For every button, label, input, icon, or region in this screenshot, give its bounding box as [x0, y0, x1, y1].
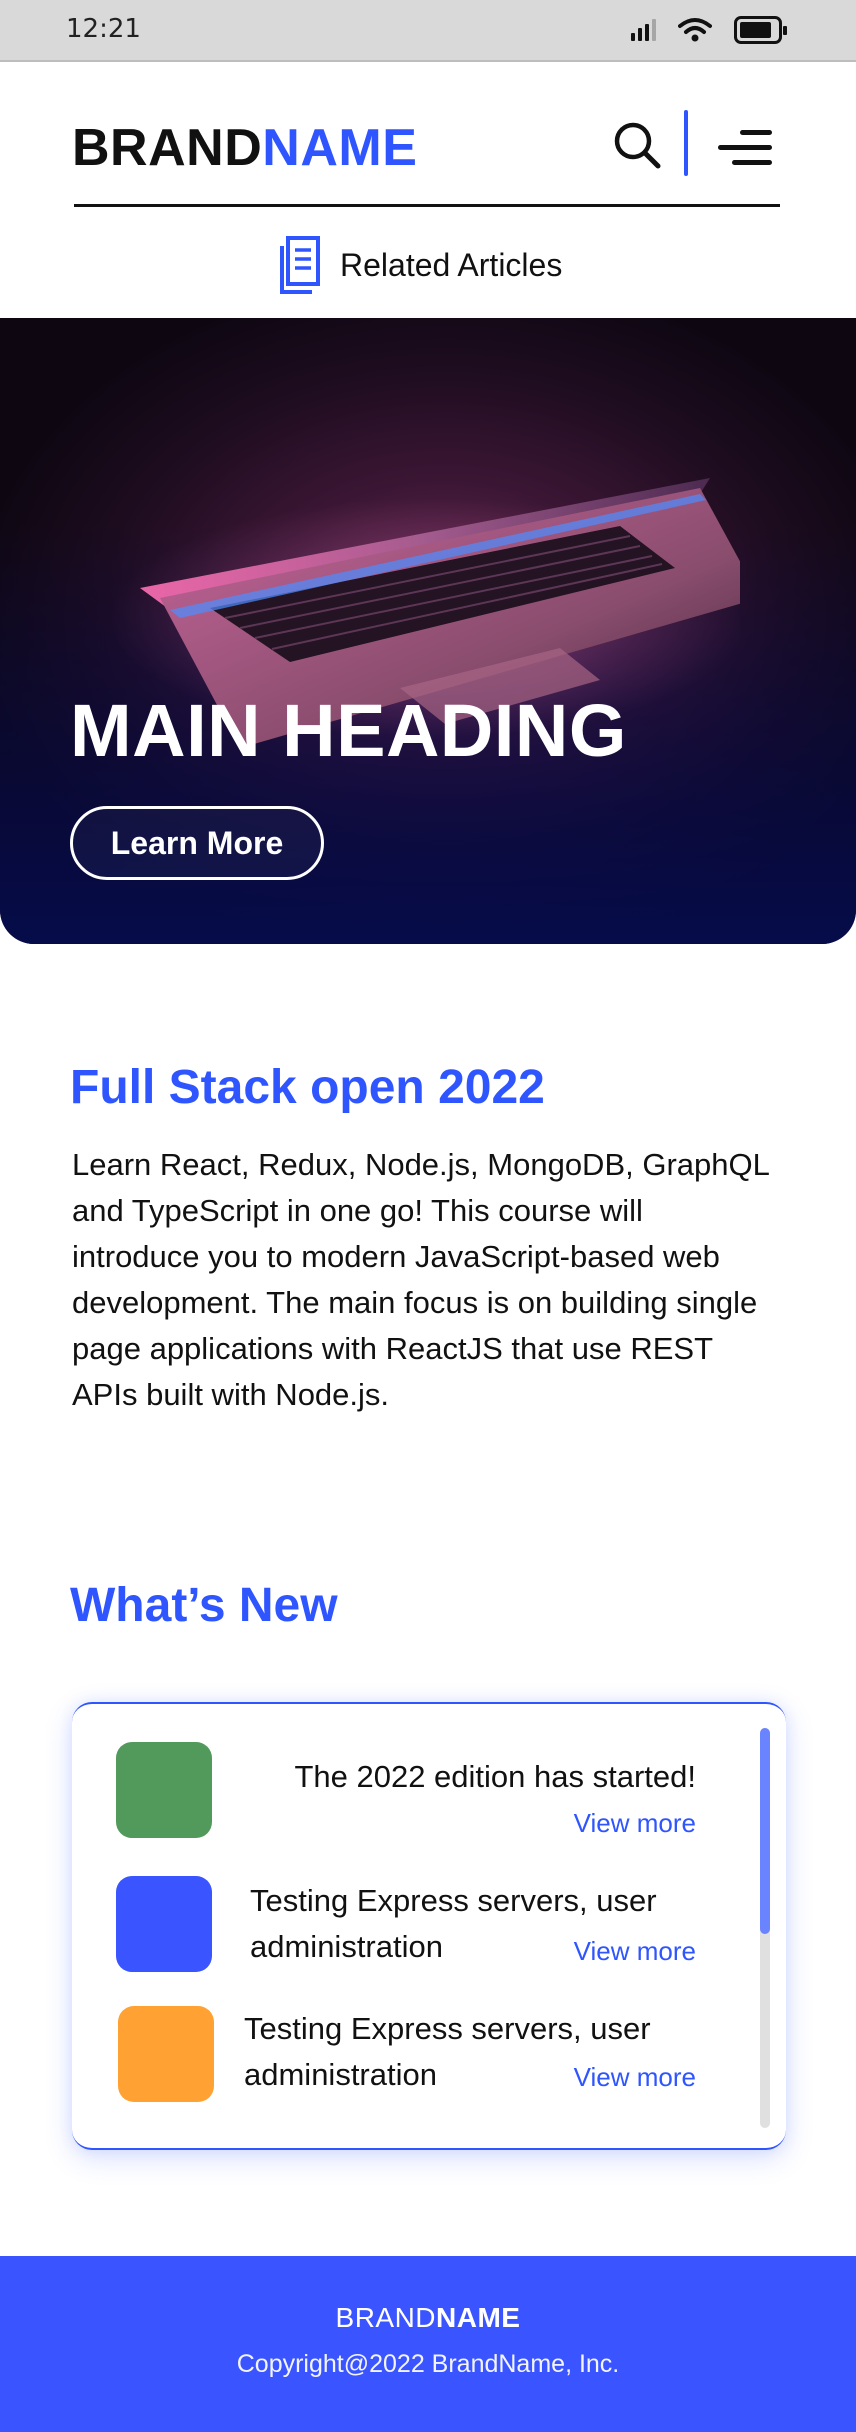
news-thumbnail	[116, 1742, 212, 1838]
brand-logo[interactable]: BRANDNAME	[72, 118, 417, 178]
intro-title: Full Stack open 2022	[70, 1061, 545, 1114]
brand-logo-part1: BRAND	[72, 119, 263, 177]
status-time: 12:21	[66, 14, 141, 44]
view-more-link[interactable]: View more	[574, 1936, 696, 1967]
news-title: The 2022 edition has started!	[294, 1759, 696, 1794]
status-bar: 12:21	[0, 0, 856, 62]
view-more-link[interactable]: View more	[574, 1808, 696, 1839]
whats-new-title: What’s New	[70, 1579, 338, 1632]
brand-logo-part2: NAME	[262, 119, 418, 177]
learn-more-button[interactable]: Learn More	[70, 806, 324, 880]
header-divider-line	[74, 204, 780, 207]
footer-brand[interactable]: BRANDNAME	[0, 2302, 856, 2334]
status-icons	[631, 16, 787, 44]
footer-brand-part2: NAME	[436, 2302, 521, 2333]
news-thumbnail	[116, 1876, 212, 1972]
menu-icon[interactable]	[716, 128, 772, 168]
hero-banner: MAIN HEADING Learn More	[0, 318, 856, 944]
view-more-link[interactable]: View more	[574, 2062, 696, 2093]
wifi-icon	[678, 18, 712, 42]
search-icon[interactable]	[612, 120, 662, 170]
whats-new-list[interactable]: The 2022 edition has started! View more …	[72, 1702, 786, 2150]
footer-brand-part1: BRAND	[335, 2302, 437, 2333]
battery-level	[740, 22, 771, 38]
news-thumbnail	[118, 2006, 214, 2102]
signal-icon	[631, 19, 656, 41]
intro-body: Learn React, Redux, Node.js, MongoDB, Gr…	[72, 1147, 769, 1412]
hero-heading: MAIN HEADING	[70, 689, 627, 772]
document-icon	[280, 236, 320, 294]
footer-copyright: Copyright@2022 BrandName, Inc.	[236, 2350, 620, 2378]
header-divider	[684, 110, 688, 176]
related-articles-link[interactable]: Related Articles	[278, 234, 562, 296]
related-articles-label: Related Articles	[340, 246, 563, 283]
battery-icon	[734, 16, 787, 44]
scrollbar-thumb[interactable]	[760, 1728, 770, 1934]
scrollbar[interactable]	[760, 1728, 770, 2128]
footer: BRANDNAME Copyright@2022 BrandName, Inc.	[0, 2256, 856, 2432]
